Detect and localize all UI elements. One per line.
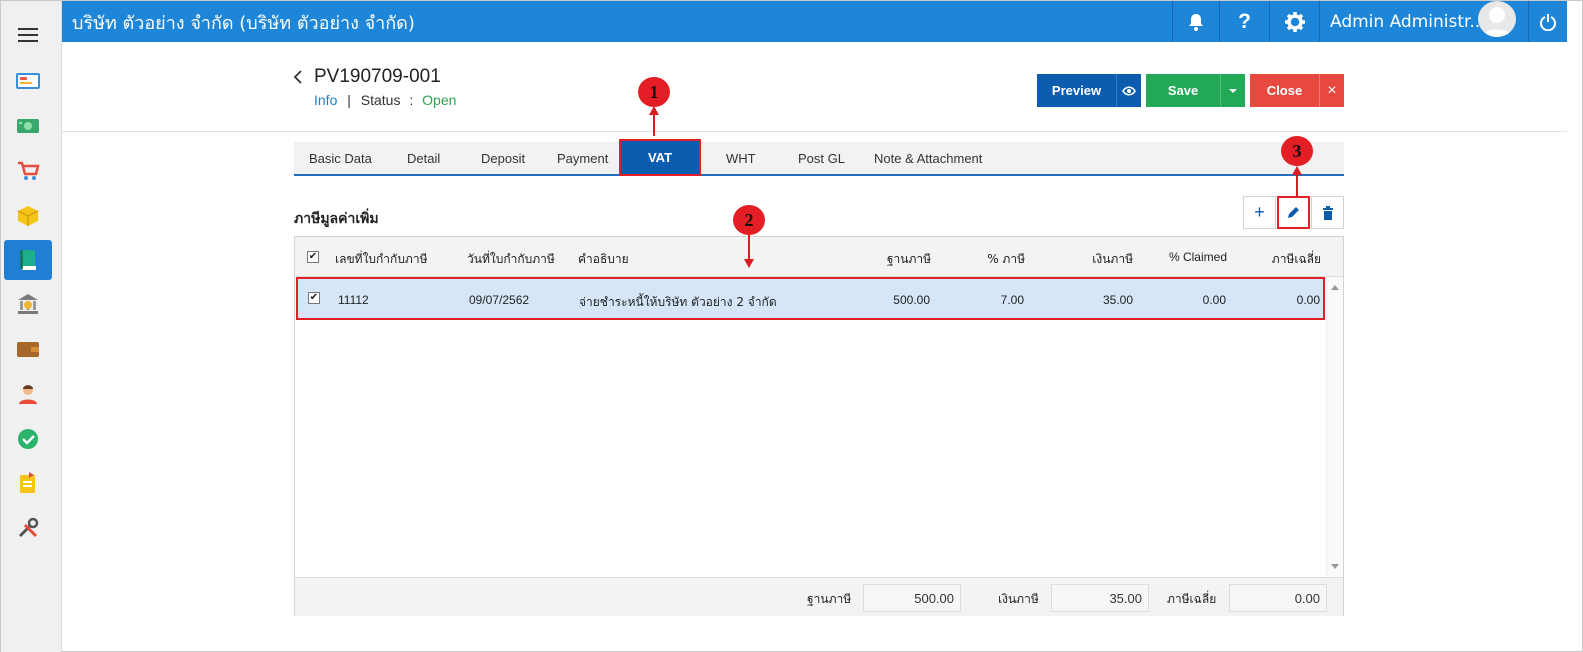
status-badge: Open	[422, 92, 457, 108]
scroll-up-icon[interactable]	[1331, 285, 1339, 290]
save-dropdown-chevron-icon[interactable]	[1220, 74, 1245, 107]
footer-tax-amount-label: เงินภาษี	[998, 592, 1039, 606]
cell-tax-pct: 7.00	[1000, 293, 1024, 307]
user-icon[interactable]	[4, 374, 52, 414]
table-footer: ฐานภาษี 500.00 เงินภาษี 35.00 ภาษีเฉลี่ย…	[295, 577, 1343, 616]
bank-icon[interactable]	[4, 284, 52, 324]
cell-tax-base: 500.00	[893, 293, 930, 307]
col-avg-tax[interactable]: ภาษีเฉลี่ย	[1245, 250, 1321, 269]
vat-table: ✔ เลขที่ใบกำกับภาษี วันที่ใบกำกับภาษี คำ…	[294, 236, 1344, 616]
tab-basic-data[interactable]: Basic Data	[309, 142, 372, 174]
book-icon[interactable]	[4, 240, 52, 280]
tab-vat[interactable]: VAT	[619, 139, 701, 176]
col-invoice-no[interactable]: เลขที่ใบกำกับภาษี	[335, 250, 428, 269]
save-button[interactable]: Save	[1146, 74, 1220, 107]
tab-wht[interactable]: WHT	[726, 142, 756, 174]
trash-icon	[1322, 205, 1333, 220]
help-icon[interactable]: ?	[1219, 1, 1269, 42]
marker-3-arrow	[1296, 174, 1298, 196]
col-invoice-date[interactable]: วันที่ใบกำกับภาษี	[467, 250, 555, 269]
cell-claimed-pct: 0.00	[1202, 293, 1226, 307]
select-all-checkbox[interactable]: ✔	[307, 251, 319, 263]
info-status-line: Info | Status : Open	[314, 92, 456, 108]
add-button[interactable]: +	[1243, 196, 1276, 229]
status-label: Status	[360, 92, 401, 108]
sidebar	[1, 1, 62, 652]
cell-invoice-date: 09/07/2562	[469, 293, 530, 307]
marker-2-line	[748, 235, 750, 259]
tab-bar: Basic Data Detail Deposit Payment VAT WH…	[294, 139, 1344, 176]
cell-description: จ่ายชำระหนี้ให้บริษัท ตัวอย่าง 2 จำกัด	[579, 295, 777, 309]
footer-tax-base-label: ฐานภาษี	[807, 592, 852, 606]
marker-3: 3	[1281, 136, 1313, 166]
cart-icon[interactable]	[4, 151, 52, 191]
money-icon[interactable]	[4, 106, 52, 146]
footer-avg-tax-value: 0.00	[1229, 584, 1327, 612]
dashboard-icon[interactable]	[4, 61, 52, 101]
close-button[interactable]: Close	[1250, 74, 1319, 107]
tab-detail[interactable]: Detail	[407, 142, 440, 174]
table-row[interactable]: ✔ 11112 09/07/2562 จ่ายชำระหนี้ให้บริษัท…	[296, 277, 1325, 320]
delete-button[interactable]	[1311, 196, 1344, 229]
marker-2: 2	[733, 205, 765, 235]
company-name: บริษัท ตัวอย่าง จำกัด (บริษัท ตัวอย่าง จ…	[72, 13, 415, 34]
marker-2-arrowhead	[744, 259, 754, 268]
cell-tax-amount: 35.00	[1102, 293, 1133, 307]
top-bar: บริษัท ตัวอย่าง จำกัด (บริษัท ตัวอย่าง จ…	[62, 1, 1567, 42]
tools-icon[interactable]	[4, 508, 52, 548]
cell-avg-tax: 0.00	[1296, 293, 1320, 307]
wallet-icon[interactable]	[4, 329, 52, 369]
marker-1-arrowhead	[649, 106, 659, 115]
eye-icon[interactable]	[1116, 74, 1141, 107]
pencil-icon	[1288, 207, 1299, 218]
header-divider	[62, 131, 1567, 132]
document-number: PV190709-001	[314, 66, 441, 87]
power-icon[interactable]	[1528, 1, 1567, 42]
footer-avg-tax-label: ภาษีเฉลี่ย	[1167, 592, 1217, 606]
tab-deposit[interactable]: Deposit	[481, 142, 525, 174]
footer-tax-base-value: 500.00	[863, 584, 961, 612]
col-claimed-pct[interactable]: % Claimed	[1145, 250, 1227, 264]
col-tax-pct[interactable]: % ภาษี	[945, 250, 1025, 269]
col-tax-amount[interactable]: เงินภาษี	[1055, 250, 1133, 269]
check-icon[interactable]	[4, 419, 52, 459]
marker-3-arrowhead	[1292, 166, 1302, 175]
tab-payment[interactable]: Payment	[557, 142, 608, 174]
marker-1-arrow	[653, 114, 655, 136]
status-colon: :	[409, 92, 414, 108]
info-link[interactable]: Info	[314, 92, 337, 108]
preview-button[interactable]: Preview	[1037, 74, 1116, 107]
tab-post-gl[interactable]: Post GL	[798, 142, 845, 174]
gear-icon[interactable]	[1269, 1, 1319, 42]
separator: |	[347, 92, 351, 108]
table-header: ✔ เลขที่ใบกำกับภาษี วันที่ใบกำกับภาษี คำ…	[295, 237, 1343, 277]
col-description[interactable]: คำอธิบาย	[578, 250, 629, 269]
scroll-down-icon[interactable]	[1331, 564, 1339, 569]
avatar[interactable]	[1478, 1, 1516, 37]
cell-invoice-no: 11112	[338, 293, 369, 307]
section-title: ภาษีมูลค่าเพิ่ม	[294, 211, 379, 227]
col-tax-base[interactable]: ฐานภาษี	[855, 250, 931, 269]
footer-tax-amount-value: 35.00	[1051, 584, 1149, 612]
bell-icon[interactable]	[1172, 1, 1219, 42]
edit-button[interactable]	[1277, 196, 1310, 229]
vertical-scrollbar[interactable]	[1326, 277, 1343, 577]
tab-note-attachment[interactable]: Note & Attachment	[874, 142, 982, 174]
marker-1: 1	[638, 77, 670, 107]
back-chevron-icon[interactable]	[293, 70, 303, 89]
menu-icon[interactable]	[18, 28, 38, 42]
report-icon[interactable]	[4, 463, 52, 503]
row-checkbox[interactable]: ✔	[308, 292, 320, 304]
close-icon[interactable]: ×	[1319, 74, 1344, 107]
box-icon[interactable]	[4, 196, 52, 236]
